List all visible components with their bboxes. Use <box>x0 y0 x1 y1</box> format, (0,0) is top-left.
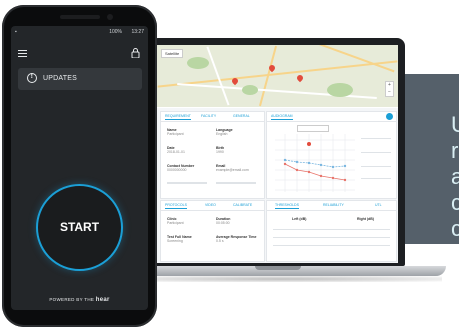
phone-frame: ▪ 100% 13:27 UPDATES START POWERED BY TH… <box>2 5 157 327</box>
powered-by-text: POWERED BY THE <box>49 297 95 302</box>
status-bar-left-icon: ▪ <box>15 29 17 35</box>
tab-requirement[interactable]: REQUIREMENT <box>165 114 191 120</box>
promo-text-line-1: U <box>451 112 459 137</box>
table-header-left: Left (dB) <box>292 217 307 221</box>
field-value: 0000000000 <box>167 168 187 172</box>
tab-audiogram[interactable]: AUDIOGRAM <box>271 114 293 120</box>
map-type-tab[interactable]: Satellite <box>161 49 184 58</box>
tab-facility[interactable]: FACILITY <box>201 114 216 118</box>
laptop-notch <box>255 266 301 270</box>
user-avatar-icon[interactable] <box>386 113 393 120</box>
status-time: 13:27 <box>131 29 144 35</box>
start-label: START <box>59 220 100 234</box>
promo-text-line-2: r <box>451 138 459 163</box>
menu-icon[interactable] <box>18 50 27 58</box>
tab-general[interactable]: GENERAL <box>233 114 250 118</box>
updates-label: UPDATES <box>43 75 77 82</box>
audiogram-chart <box>275 134 355 192</box>
phone-screen: ▪ 100% 13:27 UPDATES START POWERED BY TH… <box>11 26 148 310</box>
tab-calibrate[interactable]: CALIBRATE <box>233 203 252 207</box>
tab-video[interactable]: VIDEO <box>205 203 216 207</box>
field-value: example@email.com <box>216 168 249 172</box>
field-value: Screening <box>167 239 183 243</box>
dashboard: REQUIREMENT FACILITY GENERAL Name Partici… <box>157 108 398 263</box>
thresholds-card: THRESHOLDS RELIABILITY UTL Left (dB) Rig… <box>266 200 397 262</box>
status-battery: 100% <box>109 29 122 35</box>
updates-button[interactable]: UPDATES <box>18 68 142 90</box>
field-value: 2018-01-01 <box>167 150 185 154</box>
participant-card: REQUIREMENT FACILITY GENERAL Name Partici… <box>160 111 265 199</box>
field-value: 1990 <box>216 150 224 154</box>
protocol-card: PROTOCOLS VIDEO CALIBRATE Clinic Particip… <box>160 200 265 262</box>
brand-logo: hear <box>95 297 110 303</box>
lock-icon[interactable] <box>131 48 140 58</box>
tab-utl[interactable]: UTL <box>375 203 382 207</box>
field-value: Participant <box>167 132 184 136</box>
promo-text-line-5: c <box>451 216 459 241</box>
promo-panel: U r a c c <box>405 74 459 244</box>
tab-protocols[interactable]: PROTOCOLS <box>165 203 187 209</box>
map-pin-icon[interactable] <box>295 73 305 83</box>
field-value: 00:05:00 <box>216 221 230 225</box>
start-button[interactable]: START <box>36 184 123 271</box>
audiogram-card: AUDIOGRAM <box>266 111 397 199</box>
tab-thresholds[interactable]: THRESHOLDS <box>275 203 299 209</box>
field-value: English <box>216 132 228 136</box>
phone-speaker <box>60 15 100 19</box>
alert-icon <box>27 73 37 83</box>
tab-reliability[interactable]: RELIABILITY <box>323 203 344 207</box>
phone-camera <box>107 14 113 20</box>
powered-by: POWERED BY THE hear <box>11 297 148 303</box>
table-header-right: Right (dB) <box>357 217 374 221</box>
field-value: 0.5 s <box>216 239 224 243</box>
laptop-screen: Satellite + − REQUIREMENT FACILITY GENERA… <box>157 45 398 263</box>
field-value: Participant <box>167 221 184 225</box>
promo-text-line-3: a <box>451 164 459 189</box>
ear-select[interactable] <box>297 125 329 132</box>
map-zoom-control[interactable]: + − <box>385 81 394 97</box>
map-view[interactable]: Satellite + − <box>157 45 398 107</box>
promo-text-line-4: c <box>451 190 459 215</box>
